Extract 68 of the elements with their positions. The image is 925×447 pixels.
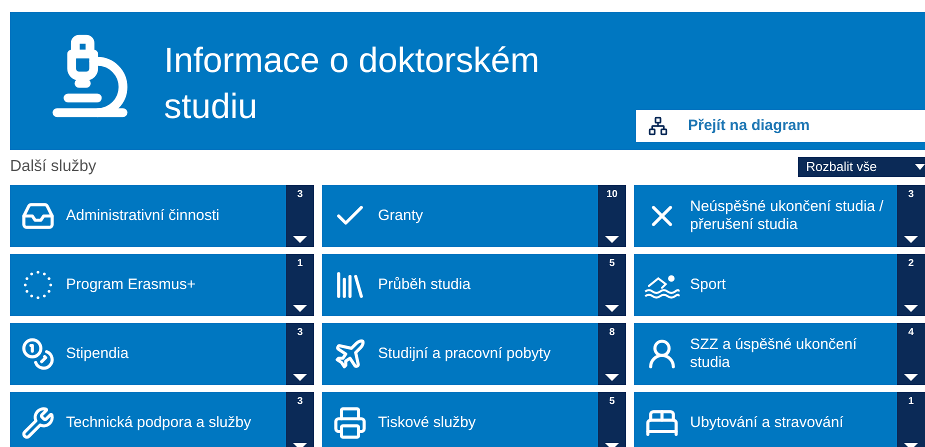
count-strip[interactable]: 5	[598, 254, 626, 316]
expand-all-button[interactable]: Rozbalit vše	[798, 157, 925, 177]
service-tile[interactable]: Průběh studia 5	[322, 254, 626, 316]
count-strip[interactable]: 3	[286, 323, 314, 385]
tile-label: Administrativní činnosti	[66, 207, 220, 225]
page-title: Informace o doktorském studiu	[164, 40, 540, 128]
tile-label: Technická podpora a služby	[66, 414, 252, 432]
service-tile[interactable]: Neúspěšné ukončení studia / přerušení studia 3	[634, 185, 925, 247]
count-strip[interactable]: 3	[897, 185, 925, 247]
count-strip[interactable]: 1	[897, 392, 925, 447]
caret-down-icon	[293, 236, 307, 243]
caret-down-icon	[605, 236, 619, 243]
tile-label: Ubytování a stravování	[690, 414, 844, 432]
wrench-icon	[21, 406, 55, 440]
tile-label: Neúspěšné ukončení studia / přerušení studia	[690, 198, 884, 234]
service-tile[interactable]: SZZ a úspěšné ukončení studia 4	[634, 323, 925, 385]
tile-label: Sport	[690, 276, 727, 294]
diagram-link[interactable]: Přejít na diagram	[636, 110, 925, 142]
item-count: 3	[297, 396, 303, 408]
service-tile[interactable]: Program Erasmus+ 1	[10, 254, 314, 316]
printer-icon	[333, 406, 367, 440]
coins-icon	[21, 337, 55, 371]
service-tile[interactable]: Sport 2	[634, 254, 925, 316]
tile-label: Studijní a pracovní pobyty	[378, 345, 552, 363]
count-strip[interactable]: 10	[598, 185, 626, 247]
caret-icon	[915, 164, 925, 170]
item-count: 2	[908, 258, 914, 270]
tile-label: Průběh studia	[378, 276, 472, 294]
count-strip[interactable]: 1	[286, 254, 314, 316]
item-count: 1	[908, 396, 914, 408]
count-strip[interactable]: 3	[286, 185, 314, 247]
caret-down-icon	[904, 236, 918, 243]
caret-down-icon	[904, 374, 918, 381]
section-title: Další služby	[10, 157, 96, 177]
caret-down-icon	[293, 374, 307, 381]
caret-down-icon	[605, 374, 619, 381]
count-strip[interactable]: 3	[286, 392, 314, 447]
item-count: 3	[297, 327, 303, 339]
airplane-icon	[333, 337, 367, 371]
service-tile[interactable]: Administrativní činnosti 3	[10, 185, 314, 247]
caret-down-icon	[293, 305, 307, 312]
count-strip[interactable]: 5	[598, 392, 626, 447]
star-ring-icon	[21, 268, 55, 302]
item-count: 1	[297, 258, 303, 270]
tile-label: Granty	[378, 207, 424, 225]
item-count: 10	[606, 189, 618, 201]
count-strip[interactable]: 2	[897, 254, 925, 316]
count-strip[interactable]: 4	[897, 323, 925, 385]
caret-down-icon	[605, 305, 619, 312]
tile-label: Stipendia	[66, 345, 130, 363]
item-count: 3	[297, 189, 303, 201]
service-tile[interactable]: Tiskové služby 5	[322, 392, 626, 447]
tile-label: SZZ a úspěšné ukončení studia	[690, 336, 858, 372]
count-strip[interactable]: 8	[598, 323, 626, 385]
diagram-icon	[648, 116, 668, 136]
item-count: 8	[609, 327, 615, 339]
tile-label: Program Erasmus+	[66, 276, 197, 294]
item-count: 3	[908, 189, 914, 201]
service-tile[interactable]: Studijní a pracovní pobyty 8	[322, 323, 626, 385]
item-count: 5	[609, 396, 615, 408]
service-tile[interactable]: Granty 10	[322, 185, 626, 247]
item-count: 5	[609, 258, 615, 270]
service-tile[interactable]: Ubytování a stravování 1	[634, 392, 925, 447]
service-tile[interactable]: Stipendia 3	[10, 323, 314, 385]
item-count: 4	[908, 327, 914, 339]
service-tile[interactable]: Technická podpora a služby 3	[10, 392, 314, 447]
caret-down-icon	[904, 305, 918, 312]
tile-label: Tiskové služby	[378, 414, 477, 432]
